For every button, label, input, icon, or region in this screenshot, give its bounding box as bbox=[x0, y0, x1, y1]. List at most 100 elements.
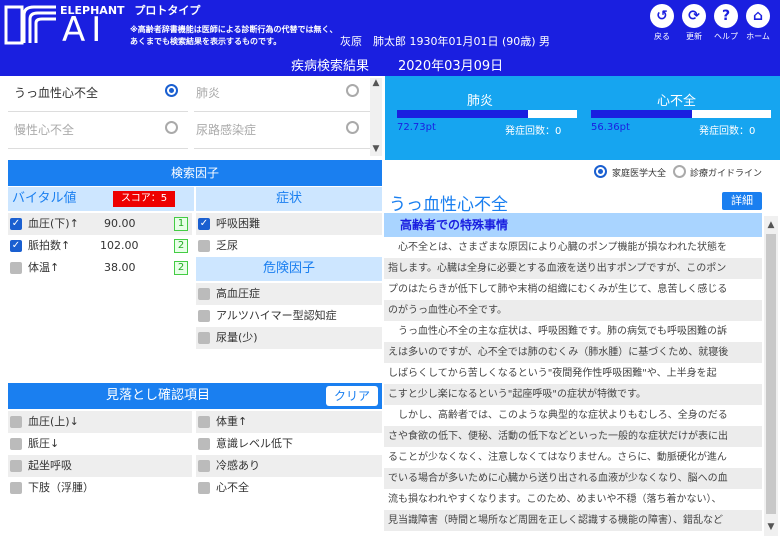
checkbox-icon[interactable] bbox=[10, 482, 22, 494]
home-label: ホーム bbox=[746, 32, 770, 41]
help-label: ヘルプ bbox=[714, 32, 738, 41]
checkbox-icon[interactable] bbox=[10, 416, 22, 428]
detail-line: さや食欲の低下、便秘、活動の低下などといった一般的な症状だけが表に出 bbox=[384, 426, 762, 447]
disclaimer-line: ※高齢者辞書機能は医師による診断行為の代替では無く、 bbox=[130, 25, 338, 34]
detail-line: でいる場合が多いために心臓から送り出される血液が少なくなり、脳への血 bbox=[384, 468, 762, 489]
risk-row[interactable]: 尿量(少) bbox=[196, 327, 382, 349]
checkbox-icon[interactable] bbox=[10, 262, 22, 274]
disease-item[interactable]: 慢性心不全 bbox=[8, 113, 188, 149]
scroll-up-icon[interactable]: ▲ bbox=[370, 78, 382, 88]
checkbox-icon[interactable] bbox=[198, 438, 210, 450]
scroll-down-icon[interactable]: ▼ bbox=[764, 522, 778, 532]
detail-line: しばらくしてから苦しくなるという"夜間発作性呼吸困難"や、上半身を起 bbox=[388, 368, 717, 379]
checkbox-icon[interactable] bbox=[198, 332, 210, 344]
help-button[interactable]: ? ヘルプ bbox=[711, 4, 741, 42]
vital-label: 体温↑ bbox=[28, 261, 60, 274]
vital-label: 血圧(下)↑ bbox=[28, 217, 79, 230]
checklist-label: 起坐呼吸 bbox=[28, 459, 72, 472]
source-option-label: 家庭医学大全 bbox=[612, 169, 667, 179]
checkbox-icon[interactable] bbox=[198, 310, 210, 322]
refresh-button[interactable]: ⟳ 更新 bbox=[679, 4, 709, 42]
risk-label: 高血圧症 bbox=[216, 287, 260, 300]
checklist-item[interactable]: 脈圧↓ bbox=[8, 433, 192, 455]
checkbox-icon[interactable] bbox=[10, 438, 22, 450]
checkbox-checked-icon[interactable]: ✓ bbox=[10, 240, 22, 252]
vital-count-badge: 2 bbox=[174, 239, 188, 253]
help-icon: ? bbox=[714, 4, 738, 28]
checklist-item[interactable]: 体重↑ bbox=[196, 411, 382, 433]
checkbox-icon[interactable] bbox=[198, 482, 210, 494]
checklist-label: 下肢（浮腫） bbox=[28, 481, 94, 494]
disease-list: うっ血性心不全 肺炎 慢性心不全 尿路感染症 bbox=[8, 76, 382, 158]
source-option-label: 診療ガイドライン bbox=[690, 169, 763, 179]
vital-row[interactable]: ✓ 脈拍数↑ 102.00 2 bbox=[8, 235, 192, 257]
checklist-label: 血圧(上)↓ bbox=[28, 415, 79, 428]
radio-icon[interactable] bbox=[346, 84, 359, 97]
radio-selected-icon[interactable] bbox=[165, 84, 178, 97]
back-label: 戻る bbox=[654, 32, 670, 41]
detail-scrollbar[interactable]: ▲ ▼ bbox=[764, 216, 778, 536]
checkbox-icon[interactable] bbox=[198, 240, 210, 252]
risk-label: アルツハイマー型認知症 bbox=[216, 309, 337, 322]
disease-item[interactable]: うっ血性心不全 bbox=[8, 76, 188, 112]
checklist-item[interactable]: 意識レベル低下 bbox=[196, 433, 382, 455]
checkbox-icon[interactable] bbox=[198, 416, 210, 428]
checklist-label: 脈圧↓ bbox=[28, 437, 60, 450]
score-badge: スコア：5 bbox=[113, 191, 175, 207]
symptom-row[interactable]: ✓ 呼吸困難 bbox=[196, 213, 382, 235]
radio-icon[interactable] bbox=[165, 121, 178, 134]
detail-line: 指します。心臓は全身に必要とする血液を送り出すポンプですが、このポン bbox=[384, 258, 762, 279]
disease-label: うっ血性心不全 bbox=[14, 86, 99, 100]
radio-icon[interactable] bbox=[673, 165, 686, 178]
radio-icon[interactable] bbox=[346, 121, 359, 134]
home-icon: ⌂ bbox=[746, 4, 770, 28]
disease-item[interactable]: 肺炎 bbox=[194, 76, 370, 112]
refresh-label: 更新 bbox=[686, 32, 702, 41]
checklist-title: 見落とし確認項目 bbox=[106, 388, 211, 403]
scroll-thumb[interactable] bbox=[766, 234, 776, 514]
elephant-logo-icon bbox=[4, 5, 56, 45]
checklist-item[interactable]: 冷感あり bbox=[196, 455, 382, 477]
checklist-item[interactable]: 血圧(上)↓ bbox=[8, 411, 192, 433]
result-name: 肺炎 bbox=[467, 94, 494, 109]
vital-row[interactable]: ✓ 血圧(下)↑ 90.00 1 bbox=[8, 213, 192, 235]
checkbox-icon[interactable] bbox=[198, 460, 210, 472]
home-button[interactable]: ⌂ ホーム bbox=[743, 4, 773, 42]
scroll-up-icon[interactable]: ▲ bbox=[764, 220, 778, 230]
checkbox-icon[interactable] bbox=[10, 460, 22, 472]
scroll-down-icon[interactable]: ▼ bbox=[370, 144, 382, 154]
risk-row[interactable]: 高血圧症 bbox=[196, 283, 382, 305]
clear-button[interactable]: クリア bbox=[326, 386, 379, 406]
checkbox-icon[interactable] bbox=[198, 288, 210, 300]
brand-name: ELEPHANT プロトタイプ AI bbox=[60, 2, 200, 50]
detail-line: 心不全とは、さまざまな原因により心臓のポンプ機能が損なわれた状態を bbox=[388, 242, 727, 253]
risk-row[interactable]: アルツハイマー型認知症 bbox=[196, 305, 382, 327]
detail-line: しかし、高齢者では、このような典型的な症状よりもむしろ、全身のだる bbox=[388, 410, 728, 421]
checklist-item[interactable]: 下肢（浮腫） bbox=[8, 477, 192, 499]
refresh-icon: ⟳ bbox=[682, 4, 706, 28]
checklist-item[interactable]: 心不全 bbox=[196, 477, 382, 499]
disclaimer-line: あくまでも検索結果を表示するものです。 bbox=[130, 37, 282, 46]
disease-label: 慢性心不全 bbox=[14, 123, 75, 137]
symptoms-header: 症状 bbox=[196, 187, 382, 211]
checkbox-checked-icon[interactable]: ✓ bbox=[10, 218, 22, 230]
disease-item[interactable]: 尿路感染症 bbox=[194, 113, 370, 149]
vital-row[interactable]: 体温↑ 38.00 2 bbox=[8, 257, 192, 279]
detail-line: ることが少なくなく、注意しなくてはなりません。さらに、動脈硬化が進ん bbox=[388, 452, 727, 463]
symptom-row[interactable]: 乏尿 bbox=[196, 235, 382, 257]
detail-line: 見当識障害（時間と場所など周囲を正しく認識する機能の障害）、錯乱など bbox=[384, 510, 762, 531]
detail-line: こすと少し楽になるという"起座呼吸"の症状が特徴です。 bbox=[384, 384, 762, 405]
result-score: 72.73pt bbox=[397, 122, 436, 133]
disease-scrollbar[interactable]: ▲ ▼ bbox=[370, 78, 382, 156]
radio-selected-icon[interactable] bbox=[594, 165, 607, 178]
back-button[interactable]: ↺ 戻る bbox=[647, 4, 677, 42]
checklist-label: 冷感あり bbox=[216, 459, 260, 472]
back-icon: ↺ bbox=[650, 4, 674, 28]
detail-button[interactable]: 詳細 bbox=[722, 192, 762, 210]
detail-line: のがうっ血性心不全です。 bbox=[384, 300, 762, 321]
checkbox-checked-icon[interactable]: ✓ bbox=[198, 218, 210, 230]
detail-line: うっ血性心不全の主な症状は、呼吸困難です。肺の病気でも呼吸困難の訴 bbox=[388, 326, 727, 337]
checklist-item[interactable]: 起坐呼吸 bbox=[8, 455, 192, 477]
app-header: ELEPHANT プロトタイプ AI ※高齢者辞書機能は医師による診断行為の代替… bbox=[0, 0, 780, 50]
factors-header: 検索因子 bbox=[8, 160, 382, 186]
